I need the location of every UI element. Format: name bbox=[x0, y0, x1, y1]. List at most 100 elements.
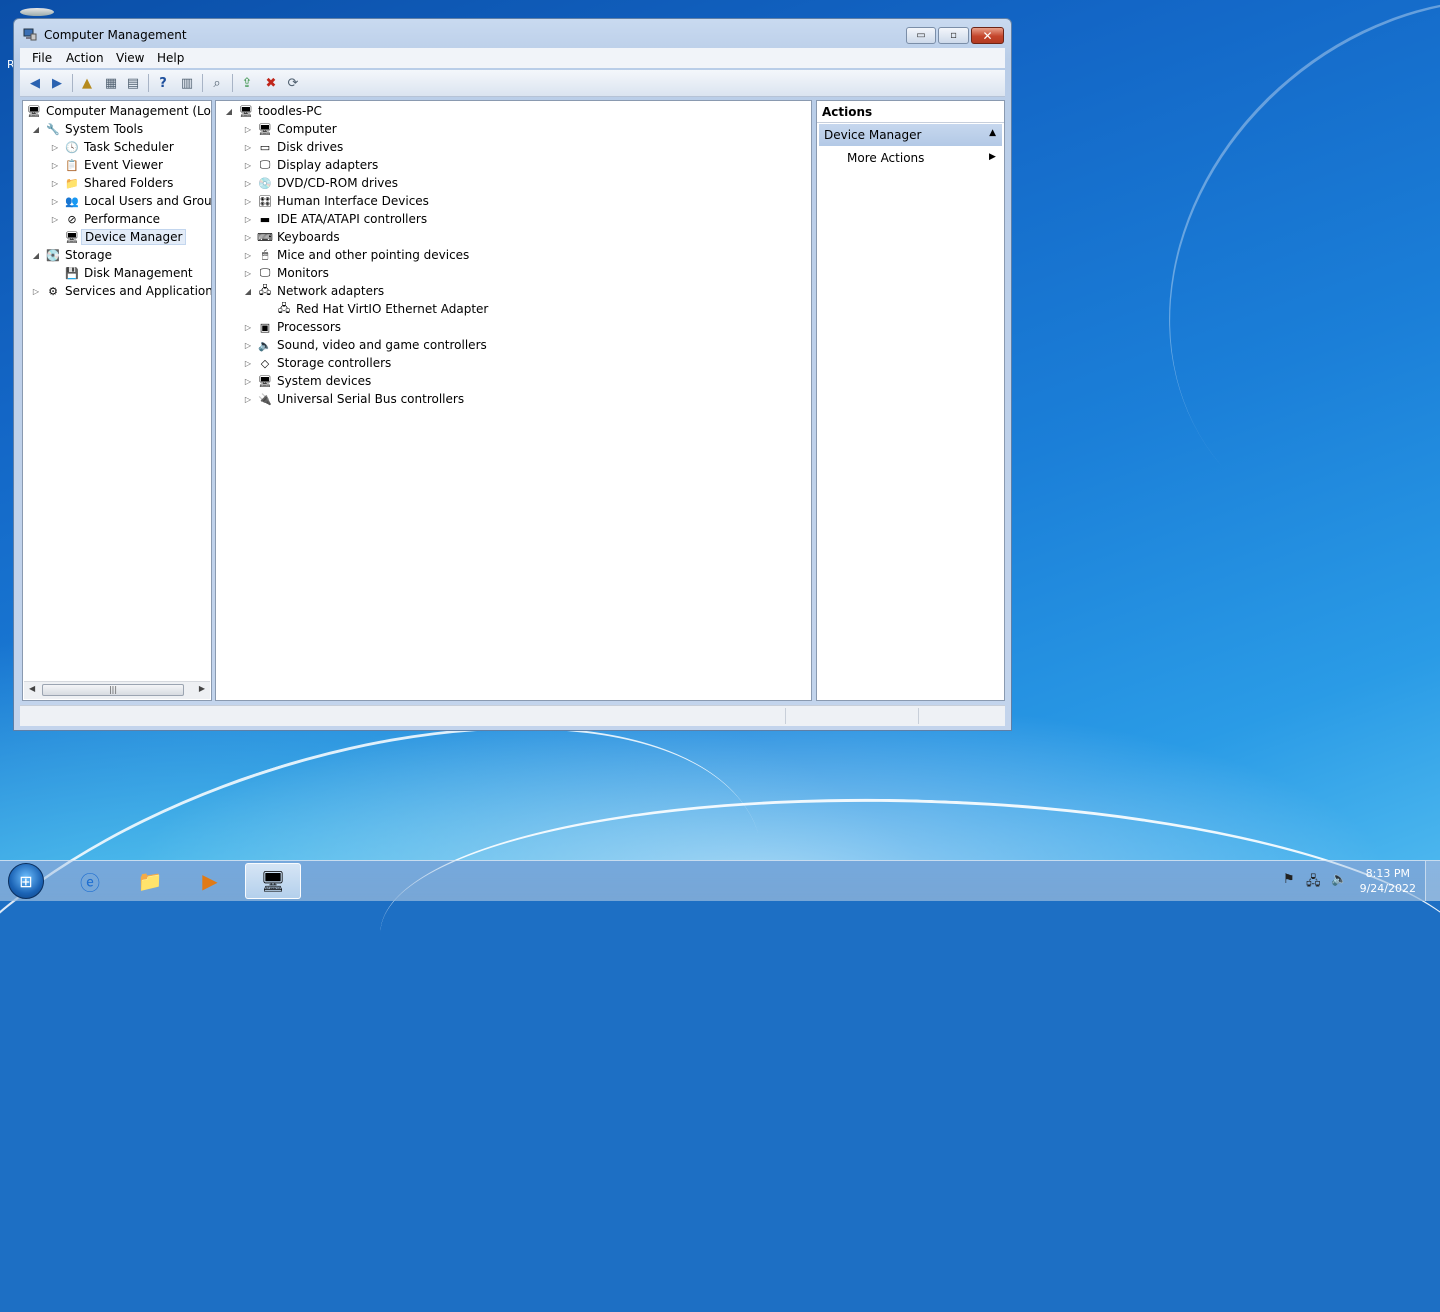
expand-triangle-icon[interactable]: ▷ bbox=[243, 124, 253, 134]
device-category-universal-serial-bus-controllers[interactable]: ▷ 🔌 Universal Serial Bus controllers bbox=[243, 390, 464, 408]
device-tree-pane[interactable]: ◢ 🖥 toodles-PC ▷ 🖥 Computer ▷ ▭ Disk drives ▷ 🖵… bbox=[215, 100, 812, 701]
tree-item-label: Disk Management bbox=[84, 266, 193, 280]
computer-management-window[interactable]: Computer Management ▭ ▫ ✕ File Action Vi… bbox=[13, 18, 1012, 731]
show-hide-tree-icon[interactable]: ▦ bbox=[102, 74, 120, 92]
collapse-triangle-icon[interactable]: ◢ bbox=[243, 286, 253, 296]
device-category-ide-ata-atapi-controllers[interactable]: ▷ ▬ IDE ATA/ATAPI controllers bbox=[243, 210, 427, 228]
expand-triangle-icon[interactable]: ▷ bbox=[243, 322, 253, 332]
tree-item-device-manager[interactable]: 🖥 Device Manager bbox=[50, 228, 187, 246]
scroll-left-arrow-icon[interactable]: ◀ bbox=[29, 684, 35, 693]
tree-item-label: System Tools bbox=[65, 122, 144, 136]
submenu-arrow-icon[interactable]: ▶ bbox=[989, 152, 996, 162]
expand-triangle-icon[interactable]: ▷ bbox=[243, 358, 253, 368]
device-category-red-hat-virtio-ethernet-adapter[interactable]: 🖧 Red Hat VirtIO Ethernet Adapter bbox=[262, 300, 488, 318]
uninstall-device-icon[interactable]: ✖ bbox=[262, 74, 280, 92]
expand-triangle-icon[interactable]: ▷ bbox=[31, 286, 41, 296]
menu-view[interactable]: View bbox=[116, 51, 144, 65]
expand-triangle-icon[interactable]: ▷ bbox=[243, 196, 253, 206]
menu-file[interactable]: File bbox=[32, 51, 52, 65]
device-category-storage-controllers[interactable]: ▷ ◇ Storage controllers bbox=[243, 354, 391, 372]
tree-item-disk-management[interactable]: 💾 Disk Management bbox=[50, 264, 193, 282]
collapse-up-icon[interactable]: ▲ bbox=[989, 128, 996, 138]
up-folder-icon[interactable]: ▲ bbox=[78, 74, 96, 92]
close-button[interactable]: ✕ bbox=[971, 27, 1004, 44]
expand-triangle-icon[interactable]: ▷ bbox=[243, 376, 253, 386]
more-actions-item[interactable]: More Actions bbox=[847, 151, 924, 165]
device-category-disk-drives[interactable]: ▷ ▭ Disk drives bbox=[243, 138, 343, 156]
services-and-applications-icon: ⚙ bbox=[48, 284, 58, 298]
device-category-computer[interactable]: ▷ 🖥 Computer bbox=[243, 120, 337, 138]
device-category-network-adapters[interactable]: ◢ 🖧 Network adapters bbox=[243, 282, 384, 300]
storage-icon: 💽 bbox=[46, 248, 60, 262]
system-clock[interactable]: 8:13 PM 9/24/2022 bbox=[1360, 866, 1416, 896]
taskbar: ⊞ ⓔ 📁 ▶ 🖥 ⚑ 🖧 🔈 8:13 PM 9/24/2022 bbox=[0, 860, 1440, 901]
title-bar[interactable]: Computer Management ▭ ▫ ✕ bbox=[14, 19, 1011, 49]
collapse-triangle-icon[interactable]: ◢ bbox=[31, 124, 41, 134]
collapse-triangle-icon[interactable]: ◢ bbox=[224, 106, 234, 116]
menu-action[interactable]: Action bbox=[66, 51, 104, 65]
device-category-dvd-cd-rom-drives[interactable]: ▷ 💿 DVD/CD-ROM drives bbox=[243, 174, 398, 192]
file-explorer-icon[interactable]: 📁 bbox=[122, 863, 178, 899]
update-driver-icon[interactable]: ⇪ bbox=[238, 74, 256, 92]
network-icon[interactable]: 🖧 bbox=[1306, 872, 1321, 894]
tree-item-system-tools[interactable]: ◢ 🔧 System Tools bbox=[31, 120, 143, 138]
expand-triangle-icon[interactable]: ▷ bbox=[243, 160, 253, 170]
expand-triangle-icon[interactable]: ▷ bbox=[50, 160, 60, 170]
tree-item-storage[interactable]: ◢ 💽 Storage bbox=[31, 246, 112, 264]
device-category-monitors[interactable]: ▷ 🖵 Monitors bbox=[243, 264, 329, 282]
help-icon[interactable]: ? bbox=[154, 74, 172, 92]
action-center-flag-icon[interactable]: ⚑ bbox=[1283, 872, 1295, 887]
expand-triangle-icon[interactable]: ▷ bbox=[50, 196, 60, 206]
start-button[interactable]: ⊞ bbox=[8, 863, 44, 899]
tree-item-task-scheduler[interactable]: ▷ 🕓 Task Scheduler bbox=[50, 138, 174, 156]
expand-triangle-icon[interactable]: ▷ bbox=[243, 394, 253, 404]
device-category-processors[interactable]: ▷ ▣ Processors bbox=[243, 318, 341, 336]
expand-triangle-icon[interactable]: ▷ bbox=[243, 232, 253, 242]
expand-triangle-icon[interactable]: ▷ bbox=[243, 268, 253, 278]
scrollbar-thumb[interactable]: ||| bbox=[42, 684, 184, 696]
device-tree-root[interactable]: ◢ 🖥 toodles-PC bbox=[224, 102, 322, 120]
expand-triangle-icon[interactable]: ▷ bbox=[243, 340, 253, 350]
expand-triangle-icon[interactable]: ▷ bbox=[243, 214, 253, 224]
tree-item-local-users-and-groups[interactable]: ▷ 👥 Local Users and Groups bbox=[50, 192, 211, 210]
volume-icon[interactable]: 🔈 bbox=[1331, 872, 1347, 887]
tree-item-services-and-applications[interactable]: ▷ ⚙ Services and Applications bbox=[31, 282, 211, 300]
tree-root[interactable]: 🖥 Computer Management (Local bbox=[26, 102, 212, 120]
tree-item-event-viewer[interactable]: ▷ 📋 Event Viewer bbox=[50, 156, 163, 174]
tree-item-performance[interactable]: ▷ ⊘ Performance bbox=[50, 210, 160, 228]
horizontal-scrollbar[interactable]: ◀ ||| ▶ bbox=[24, 681, 210, 699]
back-arrow-icon[interactable]: ◀ bbox=[26, 74, 44, 92]
tree-item-shared-folders[interactable]: ▷ 📁 Shared Folders bbox=[50, 174, 173, 192]
computer-management-taskbar-button[interactable]: 🖥 bbox=[245, 863, 301, 899]
show-desktop-button[interactable] bbox=[1425, 861, 1440, 901]
navigation-tree-pane[interactable]: 🖥 Computer Management (Local ◢ 🔧 System To… bbox=[22, 100, 212, 701]
expand-triangle-icon[interactable]: ▷ bbox=[50, 214, 60, 224]
device-category-mice-and-other-pointing-devices[interactable]: ▷ 🖱 Mice and other pointing devices bbox=[243, 246, 469, 264]
expand-triangle-icon[interactable]: ▷ bbox=[50, 178, 60, 188]
properties-icon[interactable]: ▤ bbox=[124, 74, 142, 92]
expand-triangle-icon[interactable]: ▷ bbox=[50, 142, 60, 152]
scroll-right-arrow-icon[interactable]: ▶ bbox=[199, 684, 205, 693]
menu-help[interactable]: Help bbox=[157, 51, 184, 65]
forward-arrow-icon[interactable]: ▶ bbox=[48, 74, 66, 92]
collapse-triangle-icon[interactable]: ◢ bbox=[31, 250, 41, 260]
expand-triangle-icon[interactable]: ▷ bbox=[243, 142, 253, 152]
desktop-icon[interactable] bbox=[20, 8, 54, 16]
device-category-display-adapters[interactable]: ▷ 🖵 Display adapters bbox=[243, 156, 378, 174]
scan-hardware-icon[interactable]: ⌕ bbox=[208, 74, 226, 92]
device-category-human-interface-devices[interactable]: ▷ 🎛 Human Interface Devices bbox=[243, 192, 429, 210]
device-category-sound-video-and-game-controllers[interactable]: ▷ 🔈 Sound, video and game controllers bbox=[243, 336, 487, 354]
internet-explorer-icon[interactable]: ⓔ bbox=[62, 863, 118, 899]
expand-triangle-icon[interactable]: ▷ bbox=[243, 250, 253, 260]
show-hide-action-pane-icon[interactable]: ▥ bbox=[178, 74, 196, 92]
actions-section-device-manager[interactable]: Device Manager ▲ bbox=[819, 124, 1002, 146]
disable-device-icon[interactable]: ⟳ bbox=[284, 74, 302, 92]
minimize-button[interactable]: ▭ bbox=[906, 27, 936, 44]
media-player-icon[interactable]: ▶ bbox=[182, 863, 238, 899]
tree-root-label: Computer Management (Local bbox=[46, 104, 212, 118]
expand-triangle-icon[interactable]: ▷ bbox=[243, 178, 253, 188]
maximize-button[interactable]: ▫ bbox=[938, 27, 969, 44]
device-category-keyboards[interactable]: ▷ ⌨ Keyboards bbox=[243, 228, 340, 246]
device-category-system-devices[interactable]: ▷ 🖥 System devices bbox=[243, 372, 371, 390]
status-bar bbox=[20, 705, 1005, 726]
